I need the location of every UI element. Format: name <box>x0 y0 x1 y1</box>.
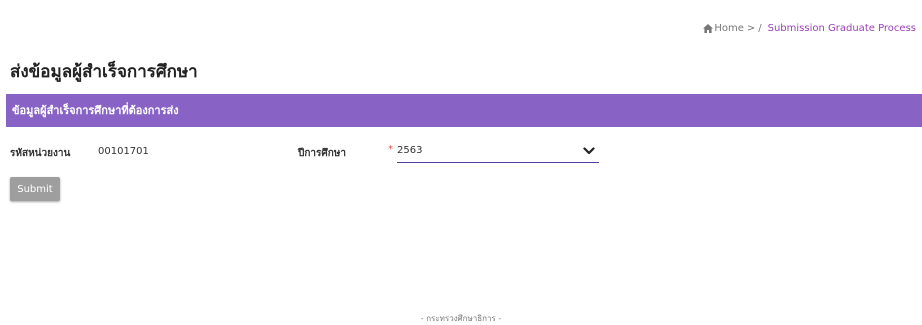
breadcrumb: Home > / Submission Graduate Process <box>703 23 916 34</box>
panel-header: ข้อมูลผู้สำเร็จการศึกษาที่ต้องการส่ง <box>6 94 922 127</box>
year-label: ปีการศึกษา <box>298 148 346 159</box>
breadcrumb-slash: / <box>758 23 762 34</box>
chevron-down-icon <box>583 146 595 154</box>
breadcrumb-home-link[interactable]: Home <box>703 23 744 34</box>
year-selected-value: 2563 <box>397 145 423 156</box>
breadcrumb-current[interactable]: Submission Graduate Process <box>768 23 916 34</box>
org-code-label: รหัสหน่วยงาน <box>10 148 71 159</box>
page-title: ส่งข้อมูลผู้สำเร็จการศึกษา <box>10 62 198 82</box>
breadcrumb-home-label: Home <box>714 23 744 34</box>
year-select[interactable]: 2563 <box>397 139 599 163</box>
home-icon <box>703 24 714 33</box>
breadcrumb-separator: > <box>746 23 756 34</box>
required-marker: * <box>388 144 393 155</box>
submit-button[interactable]: Submit <box>10 177 60 201</box>
org-code-value: 00101701 <box>98 146 149 157</box>
footer-text: - กระทรวงศึกษาธิการ - <box>420 314 502 323</box>
